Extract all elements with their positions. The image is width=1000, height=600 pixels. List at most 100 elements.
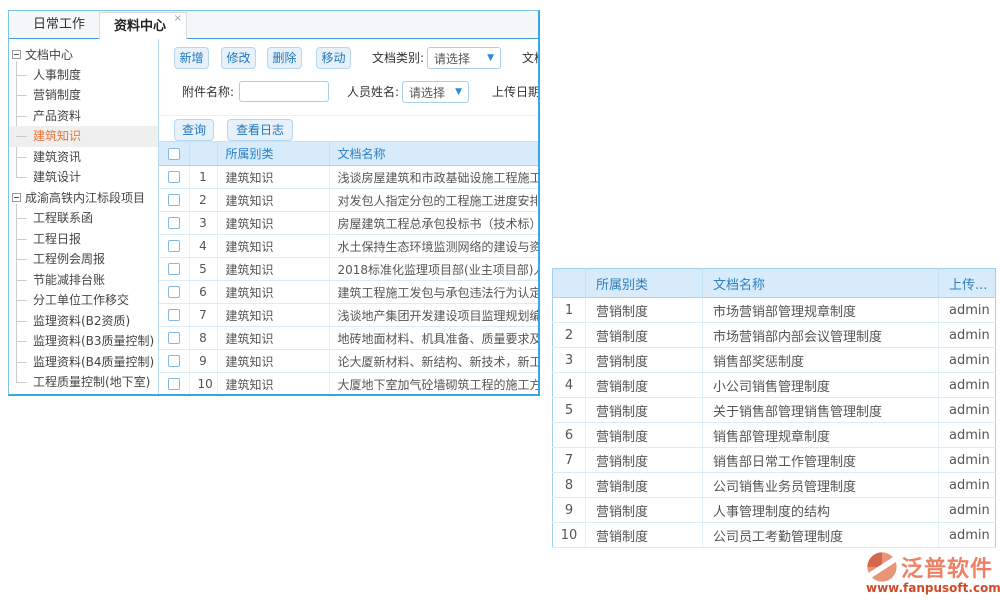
doc-type-value: 请选择 [434, 50, 470, 67]
table-row[interactable]: 2 建筑知识 对发包人指定分包的工程施工进度安排... [159, 189, 538, 212]
tree-item[interactable]: 建筑设计 [9, 167, 158, 188]
cell-docname: 市场营销部内部会议管理制度 [703, 323, 939, 348]
query-button[interactable]: 查询 [174, 119, 214, 141]
attachment-name-input[interactable] [239, 81, 329, 102]
tree-item[interactable]: 工程日报 [9, 229, 158, 250]
row-checkbox[interactable] [168, 217, 180, 229]
cell-category: 营销制度 [586, 323, 703, 348]
tree-item[interactable]: 监理资料(B4质量控制) [9, 352, 158, 373]
tree-root-document-center[interactable]: 文档中心 [9, 44, 158, 65]
person-name-label: 人员姓名: [347, 81, 399, 103]
table-row[interactable]: 5 建筑知识 2018标准化监理项目部(业主项目部)人员... [159, 258, 538, 281]
row-checkbox[interactable] [168, 240, 180, 252]
table-row[interactable]: 6 建筑知识 建筑工程施工发包与承包违法行为认定... [159, 281, 538, 304]
table-row[interactable]: 4 建筑知识 水土保持生态环境监测网络的建设与资... [159, 235, 538, 258]
cell-docname: 水土保持生态环境监测网络的建设与资... [329, 235, 538, 258]
cell-docname: 房屋建筑工程总承包投标书（技术标）... [329, 212, 538, 235]
cell-index: 2 [553, 323, 586, 348]
chevron-down-icon: ▼ [455, 87, 462, 97]
table-row[interactable]: 1 营销制度 市场营销部管理规章制度 admin [553, 298, 996, 323]
cell-docname: 地砖地面材料、机具准备、质量要求及... [329, 327, 538, 350]
table-row[interactable]: 3 营销制度 销售部奖惩制度 admin [553, 348, 996, 373]
cell-index: 3 [553, 348, 586, 373]
tree-item[interactable]: 人事制度 [9, 65, 158, 86]
collapse-icon[interactable] [12, 50, 21, 59]
row-checkbox[interactable] [168, 263, 180, 275]
select-all-checkbox[interactable] [168, 148, 180, 160]
row-checkbox[interactable] [168, 355, 180, 367]
main-pane: 新增 修改 删除 移动 文档类别: 请选择 ▼ 文档 附件名称: 人员姓名: 请… [159, 39, 538, 396]
tab-data-center[interactable]: 资料中心 × [99, 12, 187, 39]
row-checkbox[interactable] [168, 309, 180, 321]
table-row[interactable]: 10 建筑知识 大厦地下室加气砼墙砌筑工程的施工方... [159, 373, 538, 396]
person-select[interactable]: 请选择 ▼ [402, 81, 469, 103]
cell-index: 3 [189, 212, 217, 235]
tree-item[interactable]: 监理资料(B2资质) [9, 311, 158, 332]
table-row[interactable]: 2 营销制度 市场营销部内部会议管理制度 admin [553, 323, 996, 348]
cell-category: 建筑知识 [217, 281, 329, 304]
cell-docname: 市场营销部管理规章制度 [703, 298, 939, 323]
cell-docname: 大厦地下室加气砼墙砌筑工程的施工方... [329, 373, 538, 396]
table-row[interactable]: 3 建筑知识 房屋建筑工程总承包投标书（技术标）... [159, 212, 538, 235]
tree-item-selected[interactable]: 建筑知识 [9, 126, 158, 147]
cell-docname: 对发包人指定分包的工程施工进度安排... [329, 189, 538, 212]
doc-type-select[interactable]: 请选择 ▼ [427, 47, 501, 69]
row-checkbox[interactable] [168, 332, 180, 344]
tree-item[interactable]: 节能减排台账 [9, 270, 158, 291]
cell-uploader: admin [939, 323, 996, 348]
cell-index: 8 [553, 473, 586, 498]
column-header-docname: 文档名称 [703, 269, 939, 298]
table-row[interactable]: 8 营销制度 公司销售业务员管理制度 admin [553, 473, 996, 498]
table-row[interactable]: 7 营销制度 销售部日常工作管理制度 admin [553, 448, 996, 473]
view-log-button[interactable]: 查看日志 [227, 119, 293, 141]
move-button[interactable]: 移动 [316, 47, 351, 69]
cell-docname: 建筑工程施工发包与承包违法行为认定... [329, 281, 538, 304]
tab-daily-work[interactable]: 日常工作 [19, 11, 99, 38]
column-header-uploader: 上传... [939, 269, 996, 298]
tree-item[interactable]: 产品资料 [9, 106, 158, 127]
add-button[interactable]: 新增 [174, 47, 209, 69]
cell-docname: 浅谈地产集团开发建设项目监理规划编... [329, 304, 538, 327]
cell-index: 9 [553, 498, 586, 523]
cell-uploader: admin [939, 298, 996, 323]
table-row[interactable]: 9 建筑知识 论大厦新材料、新结构、新技术，新工... [159, 350, 538, 373]
cell-docname: 销售部日常工作管理制度 [703, 448, 939, 473]
tree-item[interactable]: 营销制度 [9, 85, 158, 106]
tree-item[interactable]: 分工单位工作移交 [9, 290, 158, 311]
column-header-index [189, 142, 217, 166]
cell-index: 6 [189, 281, 217, 304]
table-row[interactable]: 6 营销制度 销售部管理规章制度 admin [553, 423, 996, 448]
tree-item[interactable]: 监理资料(B3质量控制) [9, 331, 158, 352]
row-checkbox[interactable] [168, 194, 180, 206]
tree-root-project[interactable]: 成渝高铁内江标段项目 [9, 188, 158, 209]
delete-button[interactable]: 删除 [267, 47, 302, 69]
cell-index: 6 [553, 423, 586, 448]
table-row[interactable]: 10 营销制度 公司员工考勤管理制度 admin [553, 523, 996, 548]
tree-item[interactable]: 工程质量控制(地下室) [9, 372, 158, 393]
table-row[interactable]: 7 建筑知识 浅谈地产集团开发建设项目监理规划编... [159, 304, 538, 327]
row-checkbox[interactable] [168, 286, 180, 298]
cell-docname: 浅谈房屋建筑和市政基础设施工程施工... [329, 166, 538, 189]
cell-docname: 小公司销售管理制度 [703, 373, 939, 398]
modify-button[interactable]: 修改 [221, 47, 256, 69]
row-checkbox[interactable] [168, 378, 180, 390]
cell-category: 建筑知识 [217, 350, 329, 373]
table-row[interactable]: 9 营销制度 人事管理制度的结构 admin [553, 498, 996, 523]
table-row[interactable]: 5 营销制度 关于销售部管理销售管理制度 admin [553, 398, 996, 423]
row-checkbox[interactable] [168, 171, 180, 183]
tree-item[interactable]: 工程联系函 [9, 208, 158, 229]
tree-root-label: 文档中心 [25, 46, 73, 63]
table-row[interactable]: 8 建筑知识 地砖地面材料、机具准备、质量要求及... [159, 327, 538, 350]
fanpu-website-url: www.fanpusoft.com [866, 581, 998, 595]
tree-item[interactable]: 工程例会周报 [9, 249, 158, 270]
table-row[interactable]: 4 营销制度 小公司销售管理制度 admin [553, 373, 996, 398]
cell-uploader: admin [939, 423, 996, 448]
tree-root-label: 成渝高铁内江标段项目 [25, 189, 145, 206]
tree-item[interactable]: 建筑资讯 [9, 147, 158, 168]
table-row[interactable]: 1 建筑知识 浅谈房屋建筑和市政基础设施工程施工... [159, 166, 538, 189]
cell-category: 建筑知识 [217, 258, 329, 281]
marketing-documents-table: 所属别类 文档名称 上传... 1 营销制度 市场营销部管理规章制度 admin… [552, 268, 996, 548]
cell-uploader: admin [939, 398, 996, 423]
collapse-icon[interactable] [12, 193, 21, 202]
tab-close-icon[interactable]: × [174, 13, 182, 25]
